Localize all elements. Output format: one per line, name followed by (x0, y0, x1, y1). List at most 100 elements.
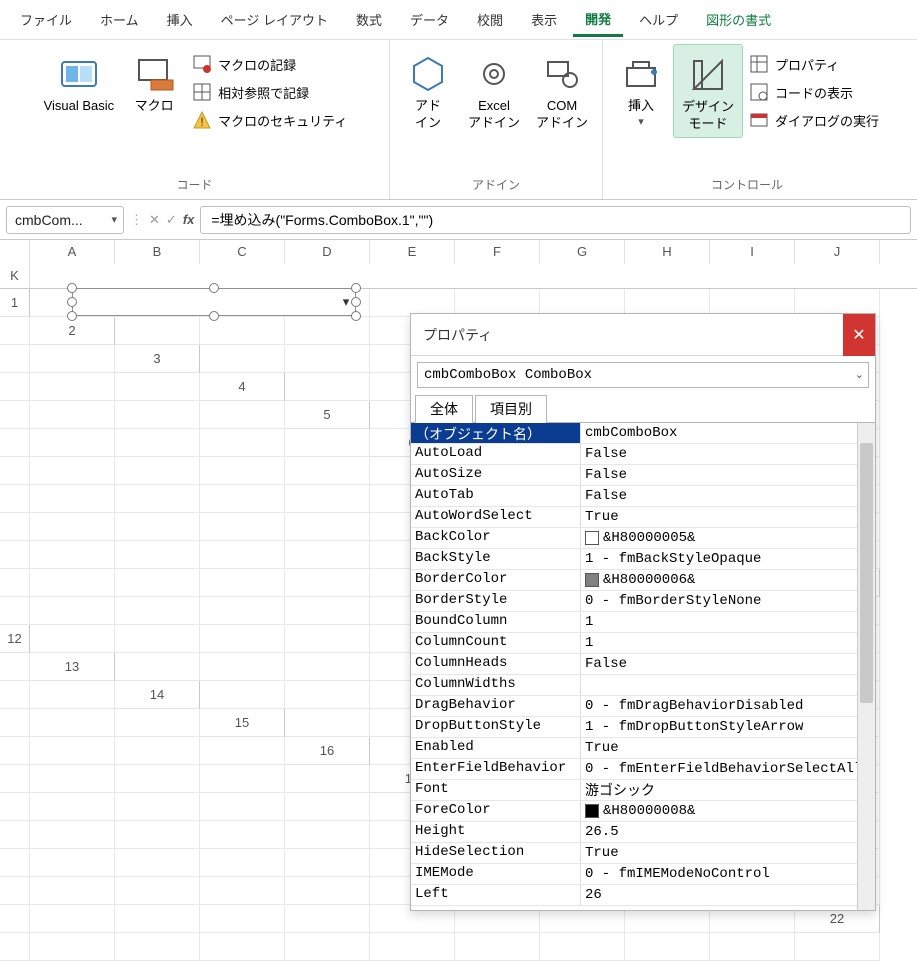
property-row[interactable]: BackStyle1 - fmBackStyleOpaque (411, 549, 875, 570)
cell[interactable] (30, 709, 115, 737)
properties-titlebar[interactable]: プロパティ ✕ (411, 314, 875, 356)
resize-handle[interactable] (351, 297, 361, 307)
cell[interactable] (115, 457, 200, 485)
cell[interactable] (0, 597, 30, 625)
view-code-button[interactable]: コードの表示 (743, 78, 885, 106)
cell[interactable] (795, 933, 880, 961)
scrollbar-thumb[interactable] (860, 443, 873, 703)
record-macro-button[interactable]: マクロの記録 (186, 50, 353, 78)
cell[interactable] (0, 345, 30, 373)
col-header[interactable]: H (625, 240, 710, 264)
cell[interactable] (115, 625, 200, 653)
cell[interactable] (200, 905, 285, 933)
cell[interactable] (285, 625, 370, 653)
property-row[interactable]: Font游ゴシック (411, 780, 875, 801)
cell[interactable] (0, 905, 30, 933)
col-header[interactable]: D (285, 240, 370, 264)
cell[interactable] (115, 849, 200, 877)
property-row[interactable]: ColumnHeadsFalse (411, 654, 875, 675)
cell[interactable] (0, 877, 30, 905)
cell[interactable] (30, 821, 115, 849)
resize-handle[interactable] (351, 311, 361, 321)
menu-data[interactable]: データ (398, 4, 461, 35)
cell[interactable] (0, 457, 30, 485)
col-header[interactable]: G (540, 240, 625, 264)
close-button[interactable]: ✕ (843, 314, 875, 356)
row-header[interactable]: 15 (200, 709, 285, 737)
cell[interactable] (0, 485, 30, 513)
cell[interactable] (30, 429, 115, 457)
cell[interactable] (200, 541, 285, 569)
cell[interactable] (200, 457, 285, 485)
property-row[interactable]: DropButtonStyle1 - fmDropButtonStyleArro… (411, 717, 875, 738)
cell[interactable] (30, 569, 115, 597)
cell[interactable] (30, 513, 115, 541)
cell[interactable] (115, 373, 200, 401)
property-value[interactable]: 0 - fmBorderStyleNone (581, 591, 875, 611)
cell[interactable] (285, 933, 370, 961)
property-value[interactable]: False (581, 486, 875, 506)
cell[interactable] (115, 485, 200, 513)
resize-handle[interactable] (209, 311, 219, 321)
cell[interactable] (30, 765, 115, 793)
cell[interactable] (115, 737, 200, 765)
cell[interactable] (0, 709, 30, 737)
resize-handle[interactable] (67, 311, 77, 321)
property-value[interactable] (581, 675, 875, 695)
cell[interactable] (30, 345, 115, 373)
cell[interactable] (285, 513, 370, 541)
cell[interactable] (200, 849, 285, 877)
cell[interactable] (540, 933, 625, 961)
cell[interactable] (0, 653, 30, 681)
col-header[interactable]: I (710, 240, 795, 264)
cell[interactable] (285, 905, 370, 933)
row-header[interactable]: 14 (115, 681, 200, 709)
cell[interactable] (0, 849, 30, 877)
property-value[interactable]: 26 (581, 885, 875, 905)
cell[interactable] (285, 597, 370, 625)
cell[interactable] (285, 681, 370, 709)
cell[interactable] (285, 709, 370, 737)
cell[interactable] (115, 317, 200, 345)
property-value[interactable]: True (581, 507, 875, 527)
cell[interactable] (710, 933, 795, 961)
col-header[interactable]: J (795, 240, 880, 264)
property-row[interactable]: HideSelectionTrue (411, 843, 875, 864)
menu-view[interactable]: 表示 (519, 4, 569, 35)
fx-icon[interactable]: fx (183, 212, 195, 227)
menu-page-layout[interactable]: ページ レイアウト (209, 4, 340, 35)
cell[interactable] (370, 933, 455, 961)
cell[interactable] (30, 457, 115, 485)
property-row[interactable]: BoundColumn1 (411, 612, 875, 633)
cell[interactable] (285, 765, 370, 793)
menu-developer[interactable]: 開発 (573, 3, 623, 37)
property-row[interactable]: AutoTabFalse (411, 486, 875, 507)
property-value[interactable]: True (581, 738, 875, 758)
cell[interactable] (200, 765, 285, 793)
cell[interactable] (30, 373, 115, 401)
property-row[interactable]: ColumnCount1 (411, 633, 875, 654)
cell[interactable] (200, 681, 285, 709)
cell[interactable] (200, 653, 285, 681)
cell[interactable] (30, 877, 115, 905)
cell[interactable] (200, 485, 285, 513)
cell[interactable] (200, 513, 285, 541)
property-row[interactable]: BackColor&H80000005& (411, 528, 875, 549)
cell[interactable] (0, 681, 30, 709)
cell[interactable] (285, 457, 370, 485)
row-header[interactable]: 1 (0, 289, 30, 317)
com-addins-button[interactable]: COM アドイン (528, 44, 596, 136)
cell[interactable] (285, 877, 370, 905)
object-selector[interactable]: cmbComboBox ComboBox ⌄ (417, 362, 869, 388)
property-row[interactable]: AutoWordSelectTrue (411, 507, 875, 528)
cell[interactable] (285, 541, 370, 569)
macro-security-button[interactable]: ! マクロのセキュリティ (186, 106, 353, 134)
property-row[interactable]: Left26 (411, 885, 875, 906)
visual-basic-button[interactable]: Visual Basic (36, 44, 123, 119)
cell[interactable] (625, 933, 710, 961)
row-header[interactable]: 3 (115, 345, 200, 373)
property-row[interactable]: EnabledTrue (411, 738, 875, 759)
design-mode-button[interactable]: デザイン モード (673, 44, 743, 138)
property-value[interactable]: &H80000005& (581, 528, 875, 548)
enter-icon[interactable]: ✓ (166, 212, 177, 228)
